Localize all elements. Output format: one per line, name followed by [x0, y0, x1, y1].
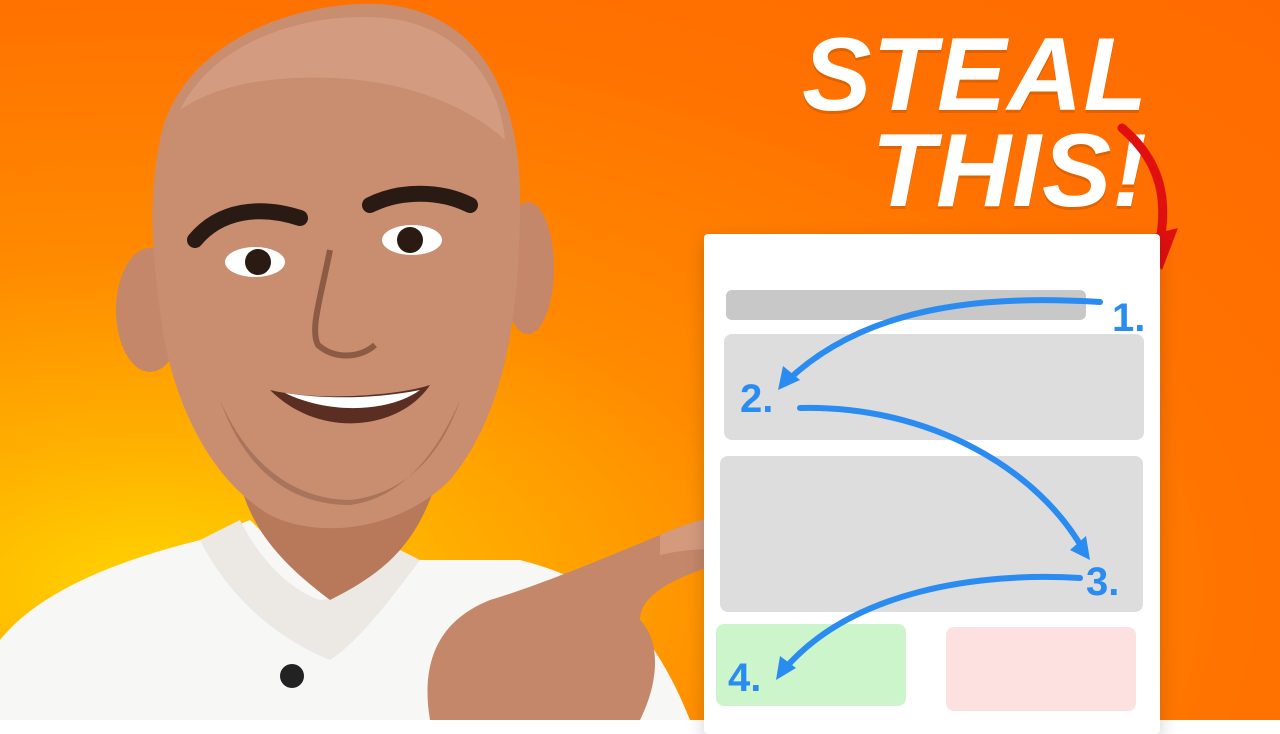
headline: STEAL THIS!: [802, 17, 1148, 229]
smiling-man-pointing-illustration: [0, 3, 749, 720]
headline-line-1: STEAL: [802, 17, 1148, 133]
step-1-label: 1.: [1112, 296, 1146, 340]
step-2-label: 2.: [740, 377, 774, 421]
content-block: [720, 456, 1143, 612]
step-4-label: 4.: [728, 656, 762, 700]
pink-cta-block: [946, 627, 1136, 711]
headline-line-2: THIS!: [871, 112, 1148, 229]
header-bar-block: [726, 290, 1086, 320]
hero-block: [724, 334, 1144, 440]
step-3-label: 3.: [1086, 560, 1120, 604]
landing-page-wireframe: [704, 234, 1160, 734]
